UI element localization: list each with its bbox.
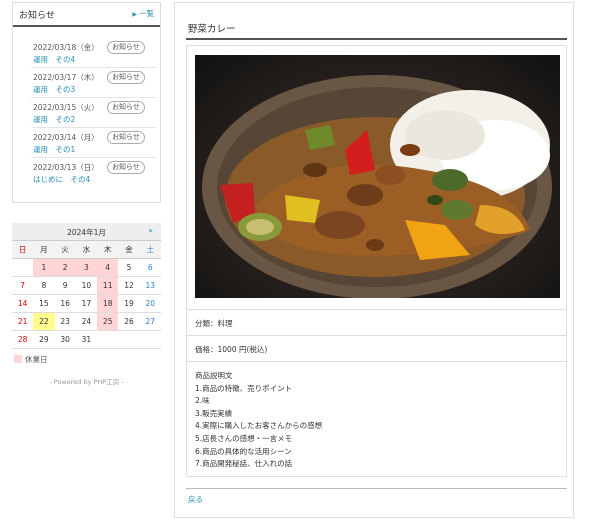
legend-label: 休業日 — [25, 355, 48, 364]
calendar-empty-cell — [118, 331, 140, 349]
calendar-day[interactable]: 15 — [33, 295, 55, 313]
news-category-link[interactable]: 運用 その1 — [33, 144, 75, 155]
news-date: 2022/03/13（日） — [33, 163, 99, 172]
calendar-day[interactable]: 29 — [33, 331, 55, 349]
news-item: 2022/03/14（月） お知らせ運用 その1 — [31, 128, 156, 158]
product-title: 野菜カレー — [188, 24, 236, 35]
calendar-legend: 休業日 — [14, 354, 48, 365]
calendar-day[interactable]: 17 — [75, 295, 98, 313]
powered-by: - Powered by PHP工房 - — [49, 378, 124, 386]
calendar-day[interactable]: 8 — [33, 277, 55, 295]
news-category-link[interactable]: 運用 その3 — [33, 84, 75, 95]
news-item: 2022/03/18（金） お知らせ運用 その4 — [31, 38, 156, 68]
calendar-weekday: 金 — [118, 241, 140, 259]
calendar-weekday: 火 — [54, 241, 76, 259]
description-line: 2.味 — [195, 396, 210, 406]
news-badge[interactable]: お知らせ — [107, 101, 145, 114]
calendar-day[interactable]: 27 — [139, 313, 161, 331]
holiday-swatch — [14, 355, 22, 363]
calendar-day[interactable]: 6 — [139, 259, 161, 277]
news-date: 2022/03/18（金） — [33, 43, 99, 52]
calendar: 2024年1月 » 日月火水木金土 1 2 3 4 5 6 7 8 9 10 11 12 13 14 15 16… — [12, 223, 161, 349]
product-description: 商品説明文 1.商品の特徴、売りポイント 2.味 3.販売実績 4.実際に購入したお客… — [187, 361, 566, 477]
news-badge[interactable]: お知らせ — [107, 71, 145, 84]
description-heading: 商品説明文 — [195, 371, 233, 380]
back-link[interactable]: 戻る — [188, 494, 203, 505]
news-more-link[interactable]: ▶ 一覧 — [132, 8, 154, 19]
calendar-day[interactable]: 12 — [118, 277, 140, 295]
calendar-day[interactable]: 4 — [97, 259, 119, 277]
news-header: お知らせ ▶ 一覧 — [13, 3, 160, 27]
product-image — [195, 55, 560, 298]
calendar-weekday: 日 — [12, 241, 34, 259]
curry-illustration — [202, 75, 552, 298]
bottom-divider — [186, 488, 567, 489]
triangle-right-icon: ▶ — [132, 11, 137, 18]
calendar-day[interactable]: 20 — [139, 295, 161, 313]
news-date: 2022/03/14（月） — [33, 133, 99, 142]
description-line: 4.実際に購入したお客さんからの感想 — [195, 421, 323, 431]
description-line: 1.商品の特徴、売りポイント — [195, 383, 293, 393]
news-badge[interactable]: お知らせ — [107, 41, 145, 54]
calendar-day[interactable]: 22 — [33, 313, 55, 331]
calendar-weekday: 木 — [97, 241, 119, 259]
news-item: 2022/03/17（木） お知らせ運用 その3 — [31, 68, 156, 98]
calendar-day[interactable]: 21 — [12, 313, 34, 331]
news-title: お知らせ — [19, 11, 55, 21]
product-price: 価格：1000 円(税込) — [187, 335, 566, 361]
news-category-link[interactable]: はじめに その4 — [33, 174, 90, 185]
calendar-day[interactable]: 24 — [75, 313, 98, 331]
calendar-day[interactable]: 25 — [97, 313, 119, 331]
calendar-empty-cell — [12, 259, 34, 277]
product-category: 分類：料理 — [187, 309, 566, 335]
product-panel: 野菜カレー 分類：料理 価格：1000 円(税込) 商品説明文 1.商品の特徴、… — [174, 2, 574, 518]
calendar-day[interactable]: 30 — [54, 331, 76, 349]
news-date: 2022/03/17（木） — [33, 73, 99, 82]
calendar-empty-cell — [97, 331, 119, 349]
calendar-day[interactable]: 31 — [75, 331, 98, 349]
description-line: 5.店長さんの感想・一言メモ — [195, 433, 293, 443]
news-more-label: 一覧 — [139, 9, 154, 18]
calendar-day[interactable]: 10 — [75, 277, 98, 295]
calendar-title: 2024年1月 — [67, 228, 106, 237]
calendar-next-button[interactable]: » — [148, 226, 153, 235]
product-box: 分類：料理 価格：1000 円(税込) 商品説明文 1.商品の特徴、売りポイント… — [186, 45, 567, 477]
calendar-day[interactable]: 16 — [54, 295, 76, 313]
calendar-weekday: 土 — [139, 241, 161, 259]
description-line: 3.販売実績 — [195, 408, 233, 418]
calendar-day[interactable]: 1 — [33, 259, 55, 277]
calendar-grid: 日月火水木金土 1 2 3 4 5 6 7 8 9 10 11 12 13 14 15 16 17 18 19 20 21… — [12, 241, 161, 349]
calendar-day[interactable]: 26 — [118, 313, 140, 331]
calendar-day[interactable]: 7 — [12, 277, 34, 295]
calendar-day[interactable]: 14 — [12, 295, 34, 313]
news-item: 2022/03/13（日） お知らせはじめに その4 — [31, 158, 156, 188]
calendar-day[interactable]: 9 — [54, 277, 76, 295]
news-panel: お知らせ ▶ 一覧 2022/03/18（金） お知らせ 運用 その4 2022/03/… — [12, 2, 161, 203]
calendar-day[interactable]: 13 — [139, 277, 161, 295]
news-date: 2022/03/15（火） — [33, 103, 99, 112]
calendar-header: 2024年1月 » — [12, 223, 161, 241]
calendar-day[interactable]: 18 — [97, 295, 119, 313]
calendar-day[interactable]: 2 — [54, 259, 76, 277]
calendar-day[interactable]: 3 — [75, 259, 98, 277]
calendar-weekday: 月 — [33, 241, 55, 259]
news-badge[interactable]: お知らせ — [107, 161, 145, 174]
description-line: 6.商品の具体的な活用シーン — [195, 446, 292, 456]
news-item: 2022/03/15（火） お知らせ運用 その2 — [31, 98, 156, 128]
calendar-weekday: 水 — [75, 241, 98, 259]
news-category-link[interactable]: 運用 その2 — [33, 114, 75, 125]
news-list: 2022/03/18（金） お知らせ 運用 その4 2022/03/17（木） お知らせ… — [31, 38, 156, 188]
calendar-day[interactable]: 28 — [12, 331, 34, 349]
calendar-day[interactable]: 5 — [118, 259, 140, 277]
calendar-day[interactable]: 11 — [97, 277, 119, 295]
title-divider — [186, 38, 567, 40]
calendar-day[interactable]: 23 — [54, 313, 76, 331]
description-lines: 1.商品の特徴、売りポイント 2.味 3.販売実績 4.実際に購入したお客さんからの感… — [195, 383, 566, 471]
news-category-link[interactable]: 運用 その4 — [33, 54, 75, 65]
calendar-empty-cell — [139, 331, 161, 349]
news-badge[interactable]: お知らせ — [107, 131, 145, 144]
description-line: 7.商品開発秘話、仕入れの話 — [195, 459, 293, 469]
calendar-day[interactable]: 19 — [118, 295, 140, 313]
